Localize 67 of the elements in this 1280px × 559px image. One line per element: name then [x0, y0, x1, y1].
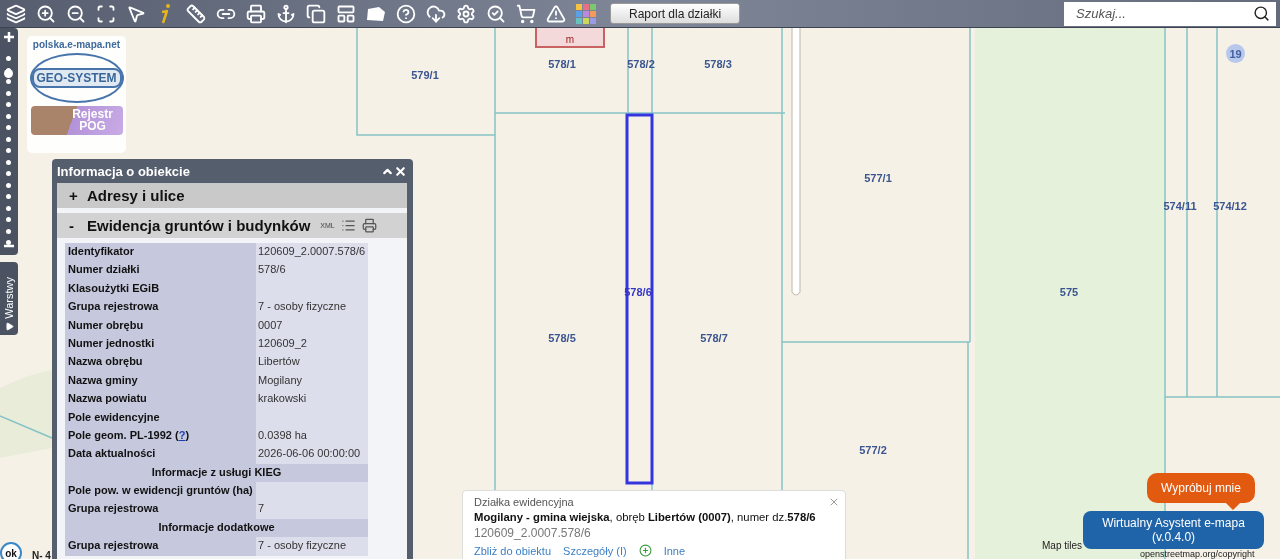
search-icon[interactable] [1253, 5, 1270, 22]
try-me-bubble[interactable]: Wypróbuj mnie [1147, 473, 1255, 503]
table-cell: Libertów [256, 353, 368, 372]
table-cell: Grupa rejestrowa [65, 537, 256, 556]
marker-count[interactable]: 19 [1226, 44, 1245, 63]
section-title: Adresy i ulice [87, 187, 185, 204]
table-cell: Pole pow. w ewidencji gruntów (ha) [65, 482, 256, 501]
table-cell: Nazwa powiatu [65, 390, 256, 409]
table-cell: 578/6 [256, 261, 368, 280]
register-name: Rejestr POG [71, 108, 114, 135]
assistant-button[interactable]: Wirtualny Asystent e-mapa (v.0.4.0) [1083, 511, 1264, 549]
report-button[interactable]: Raport dla działki [610, 3, 741, 24]
parcel-label: 574/11 [1163, 200, 1197, 212]
scale-text: N- 4 [32, 550, 51, 559]
zoom-thumb[interactable] [4, 68, 13, 78]
popup-link[interactable]: Szczegóły (I) [563, 544, 627, 557]
popup-title: Działka ewidencyjna [474, 496, 575, 508]
popup-link[interactable]: Zbliż do obiektu [474, 544, 552, 557]
attribution-text: Map tiles [1042, 540, 1082, 551]
table-cell: Grupa rejestrowa [65, 298, 256, 317]
parcel-identifier: 120609_2.0007.578/6 [474, 526, 592, 540]
section-title: Ewidencja gruntów i budynków [87, 217, 311, 234]
zoom-slider[interactable] [0, 28, 18, 255]
table-cell: Nazwa obrębu [65, 353, 256, 372]
plus-icon [3, 31, 15, 43]
close-icon[interactable] [394, 164, 407, 178]
parcel-label: 578/7 [700, 332, 728, 344]
parcel-description: Mogilany - gmina wiejska, obręb Libertów (0007), numer dz.578/6 [474, 511, 816, 523]
table-cell: Identyfikator [65, 243, 256, 262]
color-grid-icon[interactable] [574, 1, 598, 26]
section-header[interactable]: + Adresy i ulice [57, 183, 407, 208]
print-icon[interactable] [361, 218, 377, 233]
table-cell: 7 - osoby fizyczne [256, 537, 368, 556]
panel-title: Informacja o obiekcie [57, 163, 190, 179]
table-cell: 2026-06-06 00:00:00 [256, 445, 368, 464]
table-cell: 7 - osoby fizyczne [256, 298, 368, 317]
search-field[interactable]: Szukaj... [1064, 1, 1276, 26]
building-label: m [535, 28, 605, 48]
play-icon [4, 322, 14, 331]
attribution-link[interactable]: openstreetmap.org/copyright [1140, 549, 1255, 559]
ok-button[interactable]: ok [0, 542, 22, 559]
brand-name: GEO-SYSTEM [31, 68, 122, 88]
layers-tab[interactable]: Warstwy [0, 262, 18, 335]
table-cell: 7 [256, 500, 368, 519]
table-cell: krakowski [256, 390, 368, 409]
parcel-label: 575 [1059, 286, 1079, 298]
table-cell: Data aktualności [65, 445, 256, 464]
parcel-label: 574/12 [1213, 200, 1247, 212]
table-cell: Grupa rejestrowa [65, 500, 256, 519]
table-cell: Numer działki [65, 261, 256, 280]
site-name: polska.e-mapa.net [32, 39, 121, 50]
popup-link[interactable]: Inne [663, 544, 686, 557]
parcel-label: 577/2 [859, 444, 887, 456]
parcel-label: 578/1 [548, 58, 576, 70]
toggle-sign: - [69, 217, 75, 234]
parcel-label: 578/3 [704, 58, 732, 70]
table-cell: 120609_2.0007.578/6 [256, 243, 368, 262]
parcel-label: 577/1 [864, 172, 892, 184]
parcel-label: 578/2 [627, 58, 655, 70]
toggle-sign: + [69, 187, 79, 204]
parcel-label: 578/5 [548, 332, 576, 344]
list-icon[interactable] [340, 218, 356, 233]
logo-card[interactable]: polska.e-mapa.net GEO-SYSTEM Rejestr POG [27, 36, 126, 153]
help-link[interactable]: ? [178, 428, 186, 441]
parcel-label: 579/1 [411, 69, 439, 81]
plus-icon[interactable] [638, 544, 652, 557]
close-icon[interactable] [828, 496, 840, 508]
